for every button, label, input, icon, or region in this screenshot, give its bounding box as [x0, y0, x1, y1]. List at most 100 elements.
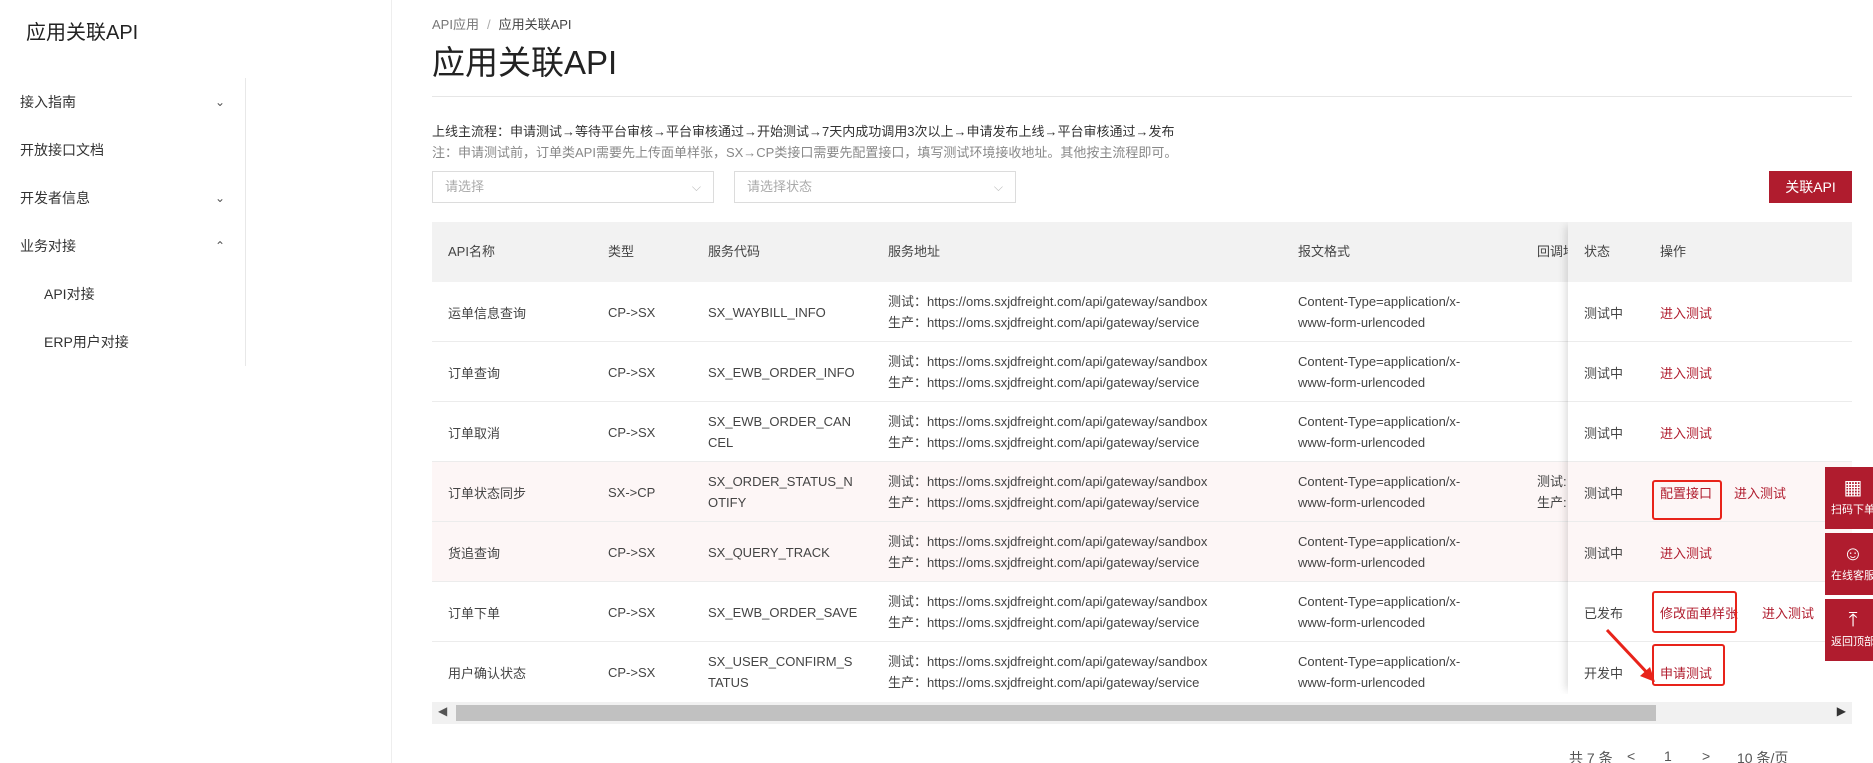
format-line-1: Content-Type=application/x-	[1298, 534, 1461, 549]
back-to-top-button[interactable]: ⤒ 返回顶部	[1825, 599, 1873, 661]
cell-type: CP->SX	[608, 364, 656, 380]
service-code: SX_WAYBILL_INFO	[708, 304, 826, 320]
enter-test-link[interactable]: 进入测试	[1660, 363, 1712, 382]
cell-status: 测试中	[1584, 425, 1624, 441]
chevron-down-icon: ⌄	[214, 191, 225, 205]
pagination-total: 共 7 条	[1569, 750, 1613, 763]
horizontal-scrollbar[interactable]: ◀ ▶	[432, 702, 1852, 724]
sidebar-item-api-integration[interactable]: API对接	[0, 270, 245, 318]
divider	[432, 96, 1852, 97]
fixed-row: 测试中 进入测试	[1568, 402, 1852, 462]
enter-test-link[interactable]: 进入测试	[1734, 483, 1786, 502]
breadcrumb: API应用 / 应用关联API	[432, 14, 572, 33]
chevron-down-icon: ⌵	[993, 180, 1003, 194]
arrow-up-icon: ⤒	[1848, 609, 1858, 631]
enter-test-link[interactable]: 进入测试	[1660, 423, 1712, 442]
breadcrumb-root[interactable]: API应用	[432, 17, 479, 32]
cell-address: 测试：https://oms.sxjdfreight.com/api/gatew…	[888, 402, 1207, 462]
cell-code: SX_EWB_ORDER_CANCEL	[708, 402, 858, 462]
cell-type: CP->SX	[608, 664, 656, 680]
scan-order-button[interactable]: ▦ 扫码下单	[1825, 467, 1873, 529]
app-brand: 应用关联API	[26, 22, 139, 44]
cell-name: 货追查询	[448, 545, 501, 561]
test-address: 测试：https://oms.sxjdfreight.com/api/gatew…	[888, 414, 1208, 429]
link-api-button[interactable]: 关联API	[1769, 171, 1852, 203]
page-size-select[interactable]: 10 条/页	[1737, 748, 1788, 763]
cell-format: Content-Type=application/x-www-form-urle…	[1298, 402, 1460, 462]
status-select[interactable]: 请选择状态 ⌵	[734, 171, 1016, 203]
format-line-2: www-form-urlencoded	[1298, 675, 1426, 690]
sidebar-menu: 接入指南 ⌄ 开放接口文档 开发者信息 ⌄ 业务对接 ⌃ API对接 ERP用户…	[0, 78, 246, 366]
format-line-1: Content-Type=application/x-	[1298, 474, 1461, 489]
cell-format: Content-Type=application/x-www-form-urle…	[1298, 282, 1460, 342]
col-header-address: 服务地址	[888, 244, 941, 259]
cell-format: Content-Type=application/x-www-form-urle…	[1298, 582, 1460, 642]
test-address: 测试：https://oms.sxjdfreight.com/api/gatew…	[888, 354, 1208, 369]
scroll-thumb[interactable]	[456, 705, 1656, 721]
sidebar-item-label: 开发者信息	[20, 190, 90, 206]
prod-address: 生产：https://oms.sxjdfreight.com/api/gatew…	[888, 675, 1200, 690]
api-table: API名称 类型 服务代码 服务地址 报文格式 回调地 运单信息查询 CP->S…	[432, 222, 1852, 694]
enter-test-link[interactable]: 进入测试	[1762, 603, 1814, 622]
cell-type: CP->SX	[608, 604, 656, 620]
scroll-left-icon[interactable]: ◀	[438, 704, 447, 718]
cell-name: 订单状态同步	[448, 485, 527, 501]
sidebar-item-access-guide[interactable]: 接入指南 ⌄	[0, 78, 245, 126]
cell-actions: 进入测试	[1660, 342, 1712, 402]
sidebar-item-label: 业务对接	[20, 238, 76, 254]
float-label: 返回顶部	[1831, 636, 1873, 648]
cell-name: 用户确认状态	[448, 665, 527, 681]
cell-code: SX_EWB_ORDER_SAVE	[708, 582, 858, 642]
cell-code: SX_WAYBILL_INFO	[708, 282, 858, 342]
select-placeholder: 请选择	[445, 179, 485, 194]
fixed-row: 测试中 进入测试	[1568, 282, 1852, 342]
headset-icon: ☺	[1842, 543, 1864, 565]
cell-actions: 进入测试	[1660, 282, 1712, 342]
cell-status: 开发中	[1584, 665, 1624, 681]
cell-type: CP->SX	[608, 304, 656, 320]
pagination-prev[interactable]: <	[1627, 748, 1635, 763]
api-select[interactable]: 请选择 ⌵	[432, 171, 714, 203]
pagination-next[interactable]: >	[1702, 748, 1710, 763]
page: 应用关联API 接入指南 ⌄ 开放接口文档 开发者信息 ⌄ 业务对接 ⌃ API…	[0, 0, 1873, 763]
cell-code: SX_QUERY_TRACK	[708, 522, 858, 582]
cell-callback: 测试: 生产:	[1537, 462, 1567, 522]
cell-status: 测试中	[1584, 485, 1624, 501]
cell-actions: 进入测试	[1660, 402, 1712, 462]
cell-format: Content-Type=application/x-www-form-urle…	[1298, 342, 1460, 402]
online-service-button[interactable]: ☺ 在线客服	[1825, 533, 1873, 595]
process-note-text: 注：申请测试前，订单类API需要先上传面单样张，SX→CP类接口需要先配置接口，…	[432, 145, 1178, 160]
prod-address: 生产：https://oms.sxjdfreight.com/api/gatew…	[888, 555, 1200, 570]
cell-format: Content-Type=application/x-www-form-urle…	[1298, 462, 1460, 522]
service-code: SX_EWB_ORDER_SAVE	[708, 604, 858, 620]
enter-test-link[interactable]: 进入测试	[1660, 543, 1712, 562]
prod-address: 生产：https://oms.sxjdfreight.com/api/gatew…	[888, 495, 1200, 510]
format-line-2: www-form-urlencoded	[1298, 315, 1426, 330]
select-placeholder: 请选择状态	[747, 179, 813, 194]
enter-test-link[interactable]: 进入测试	[1660, 303, 1712, 322]
cell-code: SX_ORDER_STATUS_NOTIFY	[708, 462, 858, 522]
cell-type: CP->SX	[608, 424, 656, 440]
cell-address: 测试：https://oms.sxjdfreight.com/api/gatew…	[888, 282, 1207, 342]
cell-code: SX_EWB_ORDER_INFO	[708, 342, 858, 402]
scroll-right-icon[interactable]: ▶	[1837, 704, 1846, 718]
cell-code: SX_USER_CONFIRM_STATUS	[708, 642, 858, 694]
chevron-down-icon: ⌵	[691, 180, 701, 194]
format-line-2: www-form-urlencoded	[1298, 375, 1426, 390]
sidebar-item-developer-info[interactable]: 开发者信息 ⌄	[0, 174, 245, 222]
col-header-actions: 操作	[1660, 244, 1687, 259]
annotation-box	[1652, 591, 1737, 633]
sidebar-item-business[interactable]: 业务对接 ⌃	[0, 222, 245, 270]
cell-address: 测试：https://oms.sxjdfreight.com/api/gatew…	[888, 522, 1207, 582]
cell-address: 测试：https://oms.sxjdfreight.com/api/gatew…	[888, 342, 1207, 402]
prod-address: 生产：https://oms.sxjdfreight.com/api/gatew…	[888, 615, 1200, 630]
breadcrumb-current: 应用关联API	[498, 17, 572, 32]
cell-status: 测试中	[1584, 365, 1624, 381]
fixed-row: 测试中 进入测试	[1568, 342, 1852, 402]
sidebar-item-api-docs[interactable]: 开放接口文档	[0, 126, 245, 174]
sidebar-item-erp-integration[interactable]: ERP用户对接	[0, 318, 245, 366]
qr-code-icon: ▦	[1843, 477, 1863, 499]
pagination-page[interactable]: 1	[1664, 748, 1672, 763]
fixed-columns: 状态 操作 测试中 进入测试 测试中 进入测试 测试中 进入测试 测试中 配置接…	[1568, 222, 1852, 694]
cell-format: Content-Type=application/x-www-form-urle…	[1298, 642, 1460, 694]
